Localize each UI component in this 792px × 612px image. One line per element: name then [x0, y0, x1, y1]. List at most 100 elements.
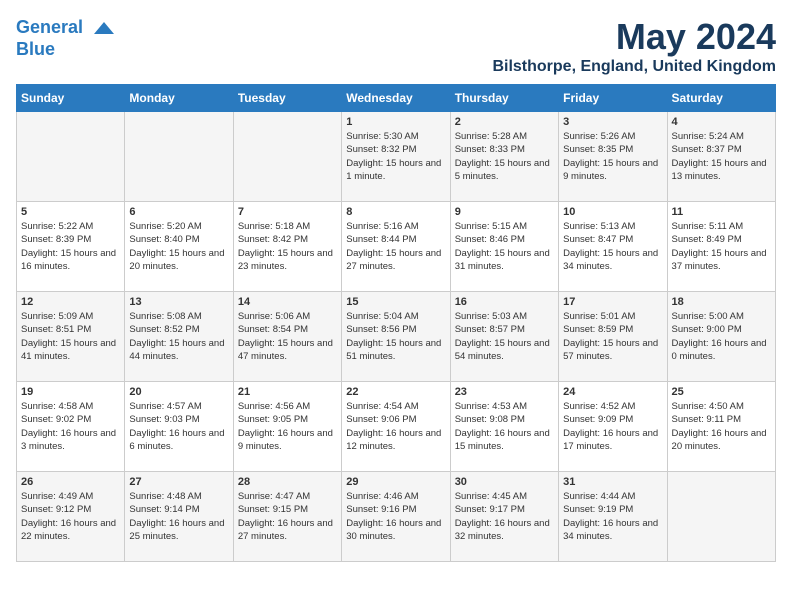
calendar-cell: 4Sunrise: 5:24 AM Sunset: 8:37 PM Daylig… [667, 112, 775, 202]
cell-content: Sunrise: 5:26 AM Sunset: 8:35 PM Dayligh… [563, 130, 662, 183]
day-number: 8 [346, 206, 445, 218]
cell-content: Sunrise: 5:30 AM Sunset: 8:32 PM Dayligh… [346, 130, 445, 183]
calendar-cell: 3 Sunrise: 5:26 AM Sunset: 8:35 PM Daylig… [559, 112, 667, 202]
calendar-cell: 23Sunrise: 4:53 AM Sunset: 9:08 PM Dayli… [450, 382, 558, 472]
calendar-header-row: SundayMondayTuesdayWednesdayThursdayFrid… [17, 85, 776, 112]
cell-content: Sunrise: 4:45 AM Sunset: 9:17 PM Dayligh… [455, 490, 554, 543]
day-number: 27 [129, 476, 228, 488]
calendar-cell: 25Sunrise: 4:50 AM Sunset: 9:11 PM Dayli… [667, 382, 775, 472]
cell-content: Sunrise: 4:54 AM Sunset: 9:06 PM Dayligh… [346, 400, 445, 453]
day-number: 21 [238, 386, 337, 398]
day-number: 1 [346, 116, 445, 128]
cell-content: Sunrise: 4:49 AM Sunset: 9:12 PM Dayligh… [21, 490, 120, 543]
logo-line2: Blue [16, 39, 55, 59]
calendar-cell: 15 Sunrise: 5:04 AM Sunset: 8:56 PM Dayli… [342, 292, 450, 382]
logo-line1: General [16, 17, 83, 37]
header-thursday: Thursday [450, 85, 558, 112]
calendar-cell: 18 Sunrise: 5:00 AM Sunset: 9:00 PM Dayli… [667, 292, 775, 382]
day-number: 17 [563, 296, 662, 308]
cell-content: Sunrise: 5:16 AM Sunset: 8:44 PM Dayligh… [346, 220, 445, 273]
cell-content: Sunrise: 5:09 AM Sunset: 8:51 PM Dayligh… [21, 310, 120, 363]
cell-content: Sunrise: 5:22 AM Sunset: 8:39 PM Dayligh… [21, 220, 120, 273]
calendar-cell: 8 Sunrise: 5:16 AM Sunset: 8:44 PM Daylig… [342, 202, 450, 292]
calendar-cell: 2 Sunrise: 5:28 AM Sunset: 8:33 PM Daylig… [450, 112, 558, 202]
calendar-cell: 27Sunrise: 4:48 AM Sunset: 9:14 PM Dayli… [125, 472, 233, 562]
day-number: 18 [672, 296, 771, 308]
header-saturday: Saturday [667, 85, 775, 112]
day-number: 25 [672, 386, 771, 398]
calendar-cell: 12 Sunrise: 5:09 AM Sunset: 8:51 PM Dayli… [17, 292, 125, 382]
cell-content: Sunrise: 5:00 AM Sunset: 9:00 PM Dayligh… [672, 310, 771, 363]
cell-content: Sunrise: 5:18 AM Sunset: 8:42 PM Dayligh… [238, 220, 337, 273]
calendar-week-row: 12 Sunrise: 5:09 AM Sunset: 8:51 PM Dayli… [17, 292, 776, 382]
calendar-week-row: 1 Sunrise: 5:30 AM Sunset: 8:32 PM Daylig… [17, 112, 776, 202]
calendar-cell: 28 Sunrise: 4:47 AM Sunset: 9:15 PM Dayli… [233, 472, 341, 562]
day-number: 11 [672, 206, 771, 218]
header-wednesday: Wednesday [342, 85, 450, 112]
cell-content: Sunrise: 4:58 AM Sunset: 9:02 PM Dayligh… [21, 400, 120, 453]
cell-content: Sunrise: 5:01 AM Sunset: 8:59 PM Dayligh… [563, 310, 662, 363]
day-number: 12 [21, 296, 120, 308]
day-number: 26 [21, 476, 120, 488]
calendar-cell: 22Sunrise: 4:54 AM Sunset: 9:06 PM Dayli… [342, 382, 450, 472]
day-number: 14 [238, 296, 337, 308]
logo-text: General Blue [16, 16, 114, 60]
cell-content: Sunrise: 4:53 AM Sunset: 9:08 PM Dayligh… [455, 400, 554, 453]
cell-content: Sunrise: 5:13 AM Sunset: 8:47 PM Dayligh… [563, 220, 662, 273]
day-number: 28 [238, 476, 337, 488]
calendar-cell: 26 Sunrise: 4:49 AM Sunset: 9:12 PM Dayli… [17, 472, 125, 562]
calendar-cell: 10 Sunrise: 5:13 AM Sunset: 8:47 PM Dayli… [559, 202, 667, 292]
calendar-cell: 13 Sunrise: 5:08 AM Sunset: 8:52 PM Dayli… [125, 292, 233, 382]
cell-content: Sunrise: 5:03 AM Sunset: 8:57 PM Dayligh… [455, 310, 554, 363]
cell-content: Sunrise: 4:44 AM Sunset: 9:19 PM Dayligh… [563, 490, 662, 543]
calendar-cell: 1 Sunrise: 5:30 AM Sunset: 8:32 PM Daylig… [342, 112, 450, 202]
day-number: 19 [21, 386, 120, 398]
cell-content: Sunrise: 5:20 AM Sunset: 8:40 PM Dayligh… [129, 220, 228, 273]
calendar-cell [125, 112, 233, 202]
logo: General Blue [16, 16, 114, 60]
day-number: 10 [563, 206, 662, 218]
cell-content: Sunrise: 5:08 AM Sunset: 8:52 PM Dayligh… [129, 310, 228, 363]
calendar-week-row: 19 Sunrise: 4:58 AM Sunset: 9:02 PM Dayli… [17, 382, 776, 472]
calendar-cell: 17 Sunrise: 5:01 AM Sunset: 8:59 PM Dayli… [559, 292, 667, 382]
header-friday: Friday [559, 85, 667, 112]
day-number: 16 [455, 296, 554, 308]
month-year: May 2024 [492, 16, 776, 58]
day-number: 15 [346, 296, 445, 308]
cell-content: Sunrise: 5:15 AM Sunset: 8:46 PM Dayligh… [455, 220, 554, 273]
calendar-cell: 21 Sunrise: 4:56 AM Sunset: 9:05 PM Dayli… [233, 382, 341, 472]
calendar-cell: 30 Sunrise: 4:45 AM Sunset: 9:17 PM Dayli… [450, 472, 558, 562]
calendar-week-row: 26 Sunrise: 4:49 AM Sunset: 9:12 PM Dayli… [17, 472, 776, 562]
calendar-cell: 29Sunrise: 4:46 AM Sunset: 9:16 PM Dayli… [342, 472, 450, 562]
day-number: 3 [563, 116, 662, 128]
cell-content: Sunrise: 4:56 AM Sunset: 9:05 PM Dayligh… [238, 400, 337, 453]
calendar-cell: 16 Sunrise: 5:03 AM Sunset: 8:57 PM Dayli… [450, 292, 558, 382]
cell-content: Sunrise: 4:47 AM Sunset: 9:15 PM Dayligh… [238, 490, 337, 543]
calendar-cell [233, 112, 341, 202]
page-header: General Blue May 2024 Bilsthorpe, Englan… [16, 16, 776, 76]
calendar-cell: 9 Sunrise: 5:15 AM Sunset: 8:46 PM Daylig… [450, 202, 558, 292]
calendar-cell: 5 Sunrise: 5:22 AM Sunset: 8:39 PM Daylig… [17, 202, 125, 292]
day-number: 5 [21, 206, 120, 218]
day-number: 13 [129, 296, 228, 308]
calendar-cell: 31 Sunrise: 4:44 AM Sunset: 9:19 PM Dayli… [559, 472, 667, 562]
day-number: 20 [129, 386, 228, 398]
cell-content: Sunrise: 5:04 AM Sunset: 8:56 PM Dayligh… [346, 310, 445, 363]
day-number: 9 [455, 206, 554, 218]
cell-content: Sunrise: 5:28 AM Sunset: 8:33 PM Dayligh… [455, 130, 554, 183]
header-sunday: Sunday [17, 85, 125, 112]
title-block: May 2024 Bilsthorpe, England, United Kin… [492, 16, 776, 76]
calendar-cell [17, 112, 125, 202]
day-number: 4 [672, 116, 771, 128]
day-number: 24 [563, 386, 662, 398]
day-number: 29 [346, 476, 445, 488]
calendar-cell [667, 472, 775, 562]
day-number: 31 [563, 476, 662, 488]
day-number: 30 [455, 476, 554, 488]
logo-icon [90, 16, 114, 40]
calendar-cell: 6Sunrise: 5:20 AM Sunset: 8:40 PM Daylig… [125, 202, 233, 292]
day-number: 7 [238, 206, 337, 218]
header-tuesday: Tuesday [233, 85, 341, 112]
cell-content: Sunrise: 5:11 AM Sunset: 8:49 PM Dayligh… [672, 220, 771, 273]
day-number: 2 [455, 116, 554, 128]
